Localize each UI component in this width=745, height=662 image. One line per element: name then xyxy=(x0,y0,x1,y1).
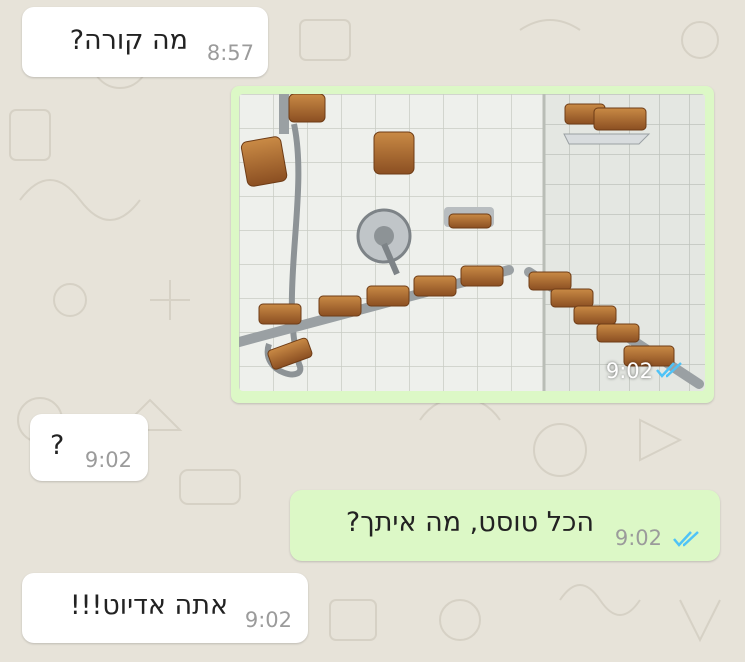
message-bubble-incoming[interactable]: מה קורה? 8:57 xyxy=(22,7,268,77)
message-time: 9:02 xyxy=(244,608,292,632)
message-bubble-outgoing[interactable]: הכל טוסט, מה איתך? 9:02 xyxy=(290,490,720,561)
message-time: 8:57 xyxy=(206,41,254,65)
message-text: ? xyxy=(50,430,65,461)
double-check-icon xyxy=(656,362,682,378)
message-text: מה קורה? xyxy=(69,25,188,56)
message-bubble-incoming[interactable]: אתה אדיוט!!! 9:02 xyxy=(22,573,308,643)
message-text: הכל טוסט, מה איתך? xyxy=(345,507,594,538)
photo-illustration xyxy=(239,94,705,391)
double-check-icon xyxy=(673,531,699,547)
toast-in-shower-photo[interactable]: 9:02 xyxy=(239,94,705,391)
message-time: 9:02 xyxy=(84,448,132,472)
message-time: 9:02 xyxy=(614,526,662,550)
message-bubble-outgoing-image[interactable]: 9:02 xyxy=(231,86,714,403)
message-bubble-incoming[interactable]: ? 9:02 xyxy=(30,414,148,481)
message-time: 9:02 xyxy=(605,359,653,383)
message-text: אתה אדיוט!!! xyxy=(69,590,228,621)
